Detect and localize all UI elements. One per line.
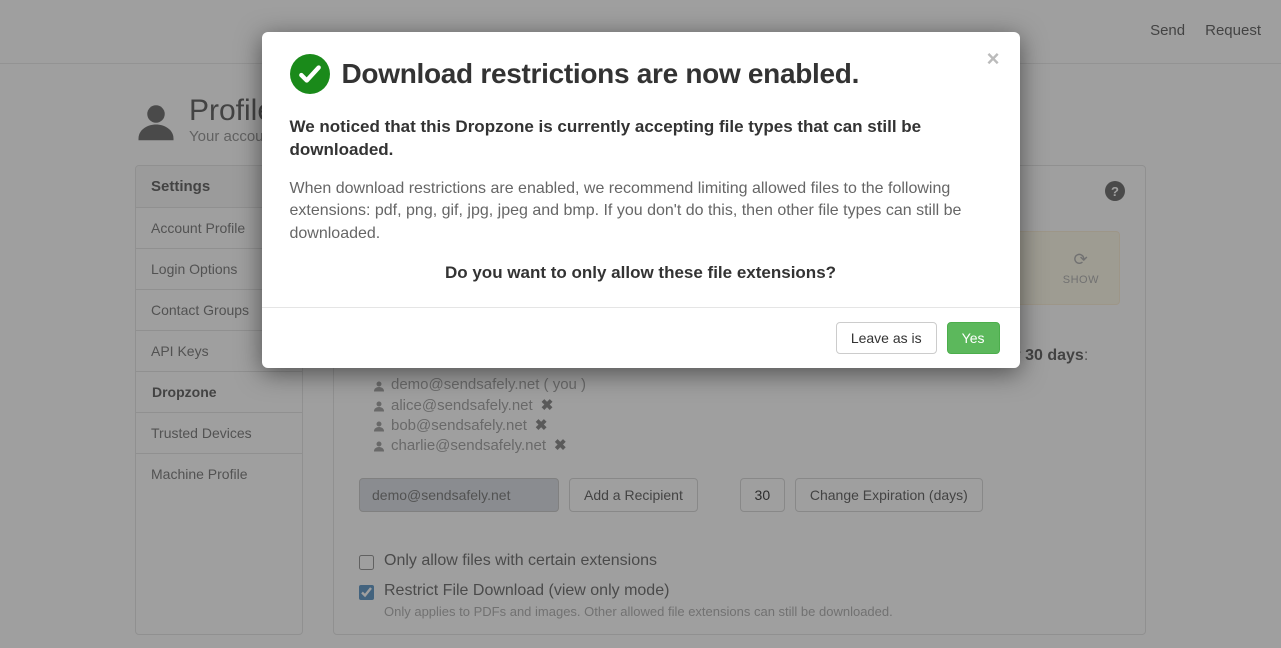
modal-title: Download restrictions are now enabled.: [342, 58, 860, 90]
close-icon[interactable]: ×: [987, 48, 1000, 70]
download-restrictions-modal: × Download restrictions are now enabled.…: [262, 32, 1020, 368]
modal-footer: Leave as is Yes: [262, 307, 1020, 368]
modal-question: Do you want to only allow these file ext…: [290, 263, 992, 283]
modal-text: When download restrictions are enabled, …: [290, 178, 992, 245]
modal-subtitle: We noticed that this Dropzone is current…: [290, 116, 992, 162]
yes-button[interactable]: Yes: [947, 322, 1000, 354]
check-circle-icon: [290, 54, 330, 94]
leave-as-is-button[interactable]: Leave as is: [836, 322, 937, 354]
